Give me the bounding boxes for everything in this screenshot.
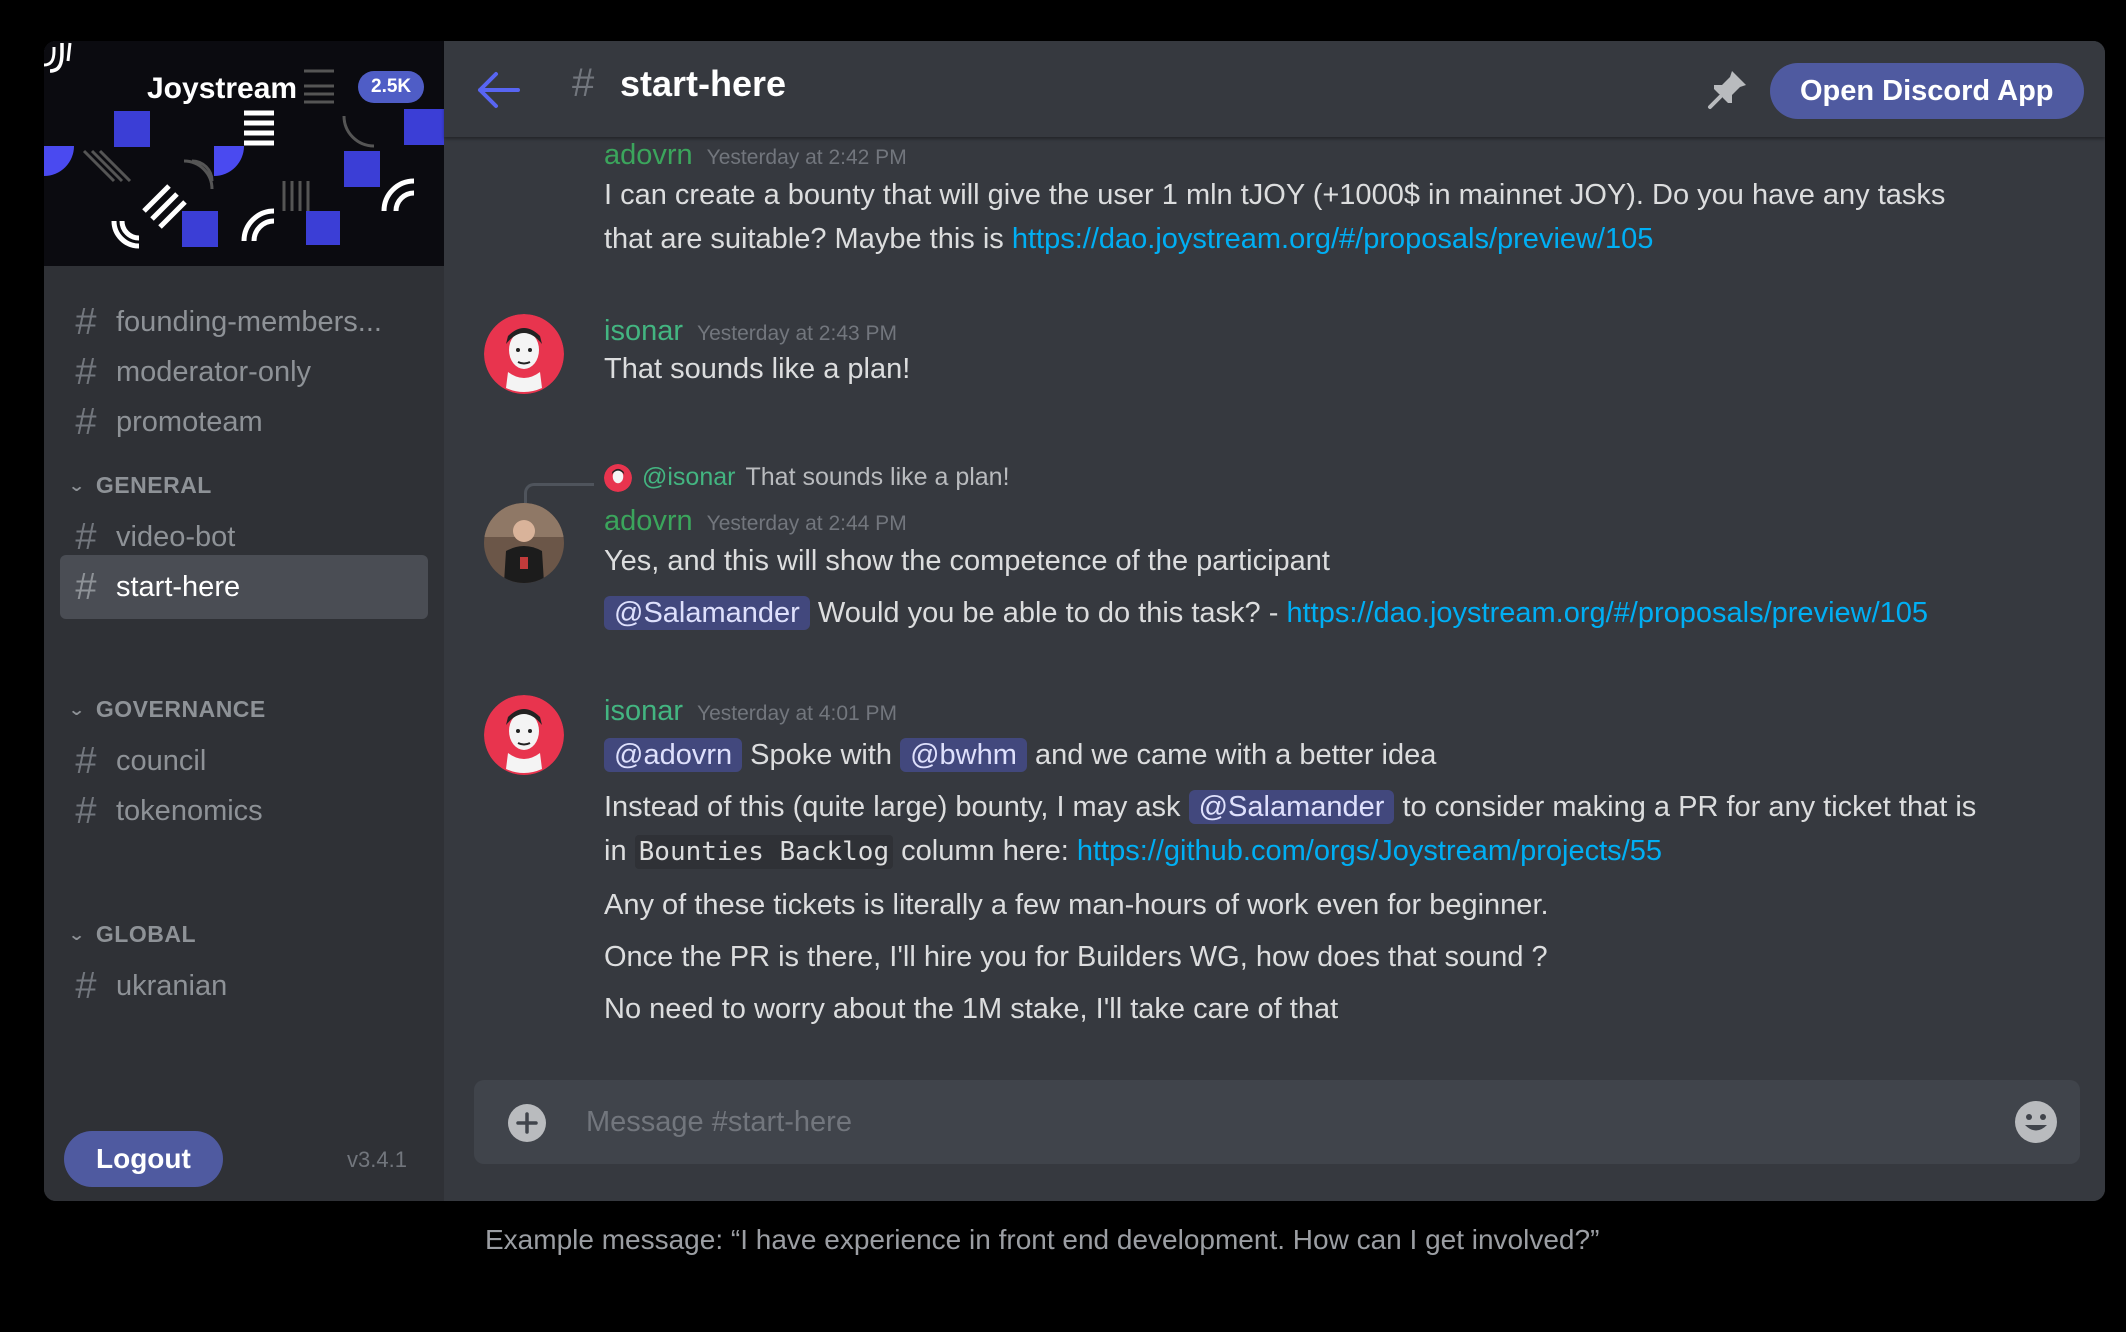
category-governance[interactable]: ⌄ GOVERNANCE [67, 696, 266, 723]
server-name: Joystream [147, 72, 298, 105]
text-segment: that are suitable? Maybe this is [604, 223, 1012, 255]
pin-icon[interactable] [1706, 67, 1750, 111]
proposal-link[interactable]: https://dao.joystream.org/#/proposals/pr… [1286, 597, 1928, 629]
adovrn-avatar-icon [484, 503, 564, 583]
message-text: Any of these tickets is literally a few … [604, 889, 1549, 921]
github-projects-link[interactable]: https://github.com/orgs/Joystream/projec… [1077, 835, 1662, 867]
member-count-badge: 2.5K [358, 71, 425, 103]
channel-tokenomics[interactable]: # tokenomics [60, 779, 428, 843]
message-header: adovrn Yesterday at 2:44 PM [604, 505, 907, 538]
hash-icon: # [75, 739, 97, 782]
chevron-down-icon: ⌄ [67, 926, 86, 944]
channel-label: promoteam [116, 405, 263, 438]
chat-panel: # start-here Open Discord App adovrn Yes… [444, 41, 2105, 1201]
text-segment: in [604, 835, 635, 867]
message-text: No need to worry about the 1M stake, I'l… [604, 993, 1339, 1025]
message-text: That sounds like a plan! [604, 353, 911, 385]
version-label: v3.4.1 [347, 1147, 407, 1172]
author-name[interactable]: isonar [604, 315, 683, 348]
category-label: GLOBAL [95, 921, 197, 947]
category-label: GOVERNANCE [95, 696, 266, 722]
hash-icon: # [75, 789, 97, 832]
message-header: adovrn Yesterday at 2:42 PM [604, 139, 907, 172]
message-text: that are suitable? Maybe this is https:/… [604, 217, 2065, 261]
timestamp: Yesterday at 4:01 PM [697, 702, 898, 725]
author-name[interactable]: isonar [604, 695, 683, 728]
message-text: @adovrn Spoke with @bwhm and we came wit… [604, 733, 2065, 777]
category-global[interactable]: ⌄ GLOBAL [67, 921, 197, 948]
reply-preview[interactable]: @isonar That sounds like a plan! [604, 463, 1010, 492]
hash-icon: # [75, 400, 97, 443]
text-segment: Instead of this (quite large) bounty, I … [604, 791, 1189, 823]
message-composer [474, 1080, 2080, 1164]
hash-icon: # [572, 61, 595, 105]
isonar-avatar-icon [484, 695, 564, 775]
hash-icon: # [75, 350, 97, 393]
hash-icon: # [75, 565, 97, 608]
isonar-avatar-icon [484, 314, 564, 394]
channel-start-here[interactable]: # start-here [60, 555, 428, 619]
hash-icon: # [75, 515, 97, 558]
text-segment: and we came with a better idea [1026, 739, 1437, 771]
channel-label: ukranian [116, 969, 228, 1002]
message-header: isonar Yesterday at 2:43 PM [604, 315, 897, 348]
avatar[interactable] [484, 314, 564, 394]
emoji-icon[interactable] [2014, 1100, 2058, 1144]
timestamp: Yesterday at 2:44 PM [706, 512, 907, 535]
user-mention[interactable]: @adovrn [604, 738, 743, 772]
message-list: adovrn Yesterday at 2:42 PM I can create… [444, 137, 2105, 1067]
channel-label: council [116, 744, 207, 777]
author-name[interactable]: adovrn [604, 505, 693, 538]
channel-title: start-here [620, 63, 787, 104]
channel-promoteam[interactable]: # promoteam [60, 390, 428, 454]
reply-text: That sounds like a plan! [745, 463, 1010, 491]
inline-code: Bounties Backlog [634, 835, 894, 869]
channel-label: start-here [116, 570, 241, 603]
message-text: in Bounties Backlog column here: https:/… [604, 829, 2065, 874]
server-banner: Joystream 2.5K [44, 41, 444, 266]
message-header: isonar Yesterday at 4:01 PM [604, 695, 897, 728]
message-text: Once the PR is there, I'll hire you for … [604, 941, 1548, 973]
message-text: Instead of this (quite large) bounty, I … [604, 785, 2065, 829]
category-general[interactable]: ⌄ GENERAL [67, 472, 212, 499]
chevron-down-icon: ⌄ [67, 477, 86, 495]
timestamp: Yesterday at 2:43 PM [697, 322, 898, 345]
hash-icon: # [75, 964, 97, 1007]
reply-author: @isonar [642, 463, 736, 491]
hash-icon: # [75, 300, 97, 343]
category-label: GENERAL [95, 472, 212, 498]
text-segment: to consider making a PR for any ticket t… [1394, 791, 1977, 823]
avatar[interactable] [484, 503, 564, 583]
text-segment: column here: [893, 835, 1077, 867]
user-mention[interactable]: @bwhm [900, 738, 1027, 772]
plus-circle-icon[interactable] [508, 1104, 546, 1142]
joystream-logo-icon [44, 42, 72, 73]
logout-button[interactable]: Logout [64, 1131, 223, 1187]
user-mention[interactable]: @Salamander [1188, 790, 1395, 824]
message-text: I can create a bounty that will give the… [604, 179, 1946, 211]
sidebar: Joystream 2.5K # founding-members... # m… [44, 41, 444, 1201]
user-mention[interactable]: @Salamander [604, 596, 810, 630]
text-segment: Would you be able to do this task? - [809, 597, 1287, 629]
isonar-mini-avatar-icon [604, 463, 632, 492]
message-text: @Salamander Would you be able to do this… [604, 591, 2065, 635]
proposal-link[interactable]: https://dao.joystream.org/#/proposals/pr… [1012, 223, 1654, 255]
channel-ukranian[interactable]: # ukranian [60, 954, 428, 1018]
example-caption: Example message: “I have experience in f… [485, 1224, 1600, 1255]
discord-widget-window: Joystream 2.5K # founding-members... # m… [44, 41, 2105, 1201]
arrow-left-icon[interactable] [474, 65, 524, 115]
channel-label: video-bot [116, 520, 236, 553]
channel-label: tokenomics [116, 794, 263, 827]
message-text: Yes, and this will show the competence o… [604, 545, 1330, 577]
author-name[interactable]: adovrn [604, 139, 693, 172]
timestamp: Yesterday at 2:42 PM [706, 146, 907, 169]
channel-label: founding-members... [116, 305, 382, 338]
chevron-down-icon: ⌄ [67, 701, 86, 719]
message-input[interactable] [586, 1100, 1886, 1144]
text-segment: Spoke with [742, 739, 901, 771]
channel-header: # start-here Open Discord App [444, 41, 2105, 137]
open-discord-app-button[interactable]: Open Discord App [1770, 63, 2084, 119]
channel-label: moderator-only [116, 355, 312, 388]
avatar[interactable] [484, 695, 564, 775]
